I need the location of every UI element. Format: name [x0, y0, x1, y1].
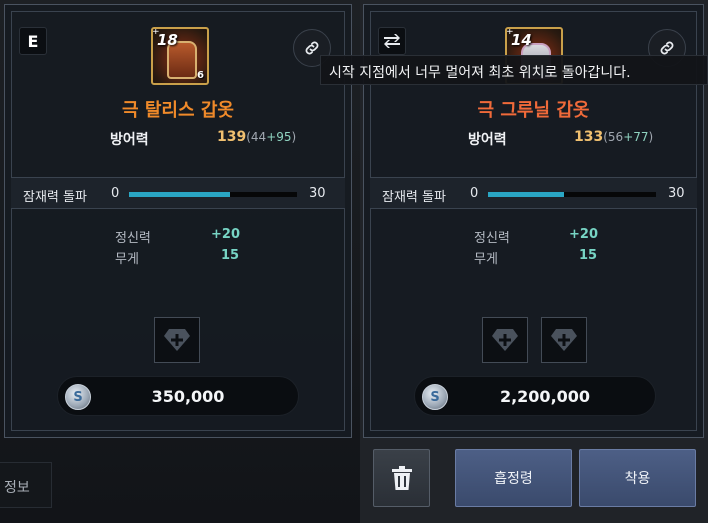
- silver-coin-icon: S: [65, 384, 91, 410]
- defense-breakdown: (56+77): [603, 130, 654, 144]
- defense-row: 방어력 133(56+77): [364, 129, 703, 149]
- sub-stat-value: 15: [221, 248, 240, 263]
- breakthrough-label: 잠재력 돌파: [23, 190, 87, 205]
- defense-bonus: +77: [623, 130, 649, 144]
- breakthrough-max: 30: [668, 186, 685, 201]
- breakthrough-row: 잠재력 돌파 0 30: [370, 177, 697, 209]
- swap-button[interactable]: [378, 27, 406, 55]
- gem-slot[interactable]: [541, 317, 587, 363]
- tooltip: 시작 지점에서 너무 멀어져 최초 위치로 돌아갑니다.: [320, 55, 708, 85]
- defense-base: 56: [607, 130, 624, 144]
- equipped-item-panel: E + 18 6 극 탈리스 갑옷 방어력 139(44+95) 잠재력 돌파 …: [4, 4, 352, 438]
- breakthrough-bar: [129, 192, 297, 197]
- price-value: 2,200,000: [499, 387, 591, 406]
- price-bar: S 2,200,000: [414, 376, 656, 416]
- defense-breakdown: (44+95): [246, 130, 297, 144]
- item-tier: 6: [197, 70, 204, 81]
- breakthrough-fill: [488, 192, 564, 197]
- defense-value: 139(44+95): [217, 129, 296, 145]
- defense-row: 방어력 139(44+95): [5, 129, 351, 149]
- gem-plus-icon: [492, 329, 518, 351]
- delete-button[interactable]: [373, 449, 430, 507]
- defense-label: 방어력: [110, 132, 149, 148]
- defense-label: 방어력: [468, 132, 507, 148]
- sub-stat-label: 무게: [115, 252, 139, 267]
- sub-stat-label: 무게: [474, 252, 498, 267]
- gem-plus-icon: [164, 329, 190, 351]
- sub-stat-label: 정신력: [115, 231, 151, 246]
- sub-stat-label: 정신력: [474, 231, 510, 246]
- breakthrough-min: 0: [470, 186, 479, 201]
- price-value: 350,000: [151, 387, 225, 406]
- swap-icon: [384, 34, 400, 48]
- equip-button[interactable]: 착용: [579, 449, 696, 507]
- trash-icon: [391, 466, 412, 490]
- breakthrough-max: 30: [309, 186, 326, 201]
- info-tab[interactable]: 정보: [0, 462, 52, 508]
- item-level: 14: [511, 31, 532, 49]
- item-name: 극 그루닐 갑옷: [477, 100, 590, 121]
- breakthrough-row: 잠재력 돌파 0 30: [11, 177, 345, 209]
- equipped-badge: E: [19, 27, 47, 55]
- sub-stat-value: 15: [579, 248, 598, 263]
- price-bar: S 350,000: [57, 376, 299, 416]
- sub-stat-value: +20: [569, 227, 598, 242]
- breakthrough-min: 0: [111, 186, 120, 201]
- defense-total: 139: [217, 129, 247, 145]
- absorb-button[interactable]: 흡정령: [455, 449, 572, 507]
- defense-total: 133: [574, 129, 604, 145]
- item-name: 극 탈리스 갑옷: [122, 100, 234, 121]
- gem-plus-icon: [551, 329, 577, 351]
- link-icon: [305, 41, 319, 55]
- gem-slot[interactable]: [482, 317, 528, 363]
- breakthrough-fill: [129, 192, 230, 197]
- item-level: 18: [157, 31, 178, 49]
- defense-base: 44: [250, 130, 267, 144]
- sub-stat-value: +20: [211, 227, 240, 242]
- gem-slot[interactable]: [154, 317, 200, 363]
- breakthrough-label: 잠재력 돌파: [382, 190, 446, 205]
- breakthrough-bar: [488, 192, 656, 197]
- item-icon[interactable]: + 18 6: [151, 27, 209, 85]
- silver-coin-icon: S: [422, 384, 448, 410]
- defense-bonus: +95: [266, 130, 292, 144]
- defense-value: 133(56+77): [574, 129, 653, 145]
